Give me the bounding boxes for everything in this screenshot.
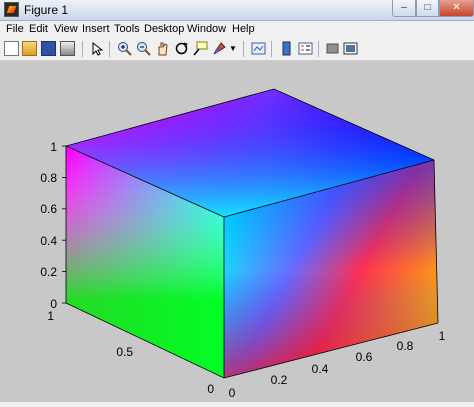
rgb-cube-plot[interactable]: 0 0.2 0.4 0.6 0.8 1 1 0.5 0 0 0.2 0.4 0.…	[0, 61, 474, 402]
pan-icon[interactable]	[155, 41, 170, 56]
toolbar-separator	[318, 41, 319, 57]
figure-toolbar: ▼	[0, 38, 474, 61]
colorbar-icon[interactable]	[279, 41, 294, 56]
menu-edit[interactable]: Edit	[29, 23, 48, 35]
zoom-in-icon[interactable]	[117, 41, 132, 56]
matlab-icon	[4, 2, 19, 17]
y-tick-label: 0.5	[116, 345, 133, 359]
x-tick-label: 0	[229, 386, 236, 400]
y-tick-label: 0	[207, 382, 214, 396]
minimize-button[interactable]: –	[392, 0, 416, 17]
brush-icon[interactable]	[212, 41, 227, 56]
menu-desktop[interactable]: Desktop	[144, 23, 184, 35]
menu-window[interactable]: Window	[187, 23, 226, 35]
menu-insert[interactable]: Insert	[82, 23, 110, 35]
show-plot-tools-icon[interactable]	[343, 41, 358, 56]
window-title: Figure 1	[24, 3, 69, 17]
x-tick-label: 0.2	[271, 373, 288, 387]
legend-icon[interactable]	[298, 41, 313, 56]
z-tick-label: 1	[50, 140, 57, 154]
toolbar-separator	[271, 41, 272, 57]
menu-bar: File Edit View Insert Tools Desktop Wind…	[0, 21, 474, 37]
close-button[interactable]: ✕	[439, 0, 474, 17]
menu-tools[interactable]: Tools	[114, 23, 140, 35]
title-bar: Figure 1 – □ ✕	[0, 0, 474, 21]
save-icon[interactable]	[41, 41, 56, 56]
menu-file[interactable]: File	[6, 23, 24, 35]
x-tick-label: 0.8	[397, 339, 414, 353]
x-tick-label: 0.4	[312, 362, 329, 376]
figure-canvas[interactable]: 0 0.2 0.4 0.6 0.8 1 1 0.5 0 0 0.2 0.4 0.…	[0, 61, 474, 402]
y-tick-label: 1	[47, 309, 54, 323]
rotate-3d-icon[interactable]	[174, 41, 189, 56]
data-cursor-icon[interactable]	[193, 41, 208, 56]
print-icon[interactable]	[60, 41, 75, 56]
new-figure-icon[interactable]	[4, 41, 19, 56]
z-tick-label: 0.8	[40, 171, 57, 185]
toolbar-separator	[243, 41, 244, 57]
menu-view[interactable]: View	[54, 23, 78, 35]
link-plot-icon[interactable]	[251, 41, 266, 56]
z-tick-label: 0.4	[40, 234, 57, 248]
hide-plot-tools-icon[interactable]	[325, 41, 340, 56]
menu-help[interactable]: Help	[232, 23, 255, 35]
edit-plot-icon[interactable]	[90, 41, 105, 56]
z-axis: 0 0.2 0.4 0.6 0.8 1	[40, 140, 66, 311]
toolbar-separator	[82, 41, 83, 57]
brush-dropdown-arrow-icon[interactable]: ▼	[229, 44, 237, 53]
x-tick-label: 0.6	[356, 350, 373, 364]
z-tick-label: 0.6	[40, 202, 57, 216]
maximize-button[interactable]: □	[416, 0, 439, 17]
toolbar-separator	[109, 41, 110, 57]
open-file-icon[interactable]	[22, 41, 37, 56]
z-tick-label: 0.2	[40, 265, 57, 279]
x-tick-label: 1	[439, 329, 446, 343]
zoom-out-icon[interactable]	[136, 41, 151, 56]
